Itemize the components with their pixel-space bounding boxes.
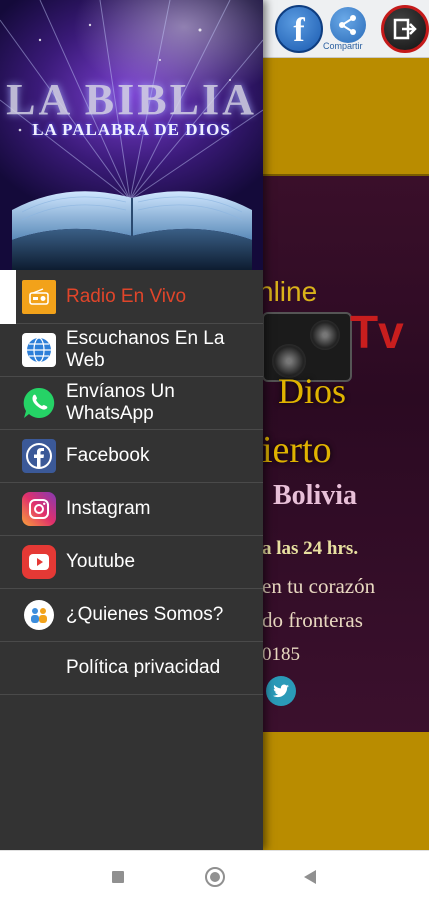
- radio-icon: [22, 279, 56, 314]
- facebook-icon[interactable]: f: [275, 5, 323, 53]
- menu-item-label: Youtube: [66, 551, 136, 572]
- header-title: LA BIBLIA: [6, 75, 257, 124]
- menu-item-label: Instagram: [66, 498, 151, 519]
- active-indicator: [0, 270, 16, 324]
- poster-text-corazon: en tu corazón: [262, 574, 376, 598]
- menu-item-escuchanos-web[interactable]: Escuchanos En La Web: [0, 324, 263, 377]
- menu-item-label: Envíanos Un WhatsApp: [66, 381, 175, 424]
- menu-item-label: ¿Quienes Somos?: [66, 604, 224, 625]
- drawer-menu: Radio En Vivo Escuchanos En La Web Envía…: [0, 270, 263, 695]
- menu-item-label: Radio En Vivo: [66, 285, 187, 307]
- poster-text-online: nline: [258, 276, 318, 307]
- poster-text-ierto: ierto: [262, 429, 332, 471]
- menu-item-label: Política privacidad: [66, 657, 221, 678]
- system-navigation-bar: [0, 850, 429, 900]
- facebook-icon: [22, 439, 56, 473]
- menu-item-politica-privacidad[interactable]: Política privacidad: [0, 642, 263, 695]
- menu-item-label: Escuchanos En La Web: [66, 328, 225, 371]
- whatsapp-icon: [22, 386, 56, 420]
- share-icon[interactable]: [330, 7, 366, 43]
- poster-text-fronteras: do fronteras: [262, 608, 363, 632]
- menu-item-facebook[interactable]: Facebook: [0, 430, 263, 483]
- poster-text-dios: Dios: [278, 371, 347, 411]
- open-book-image: [12, 191, 252, 270]
- globe-icon: [22, 333, 56, 367]
- menu-item-whatsapp[interactable]: Envíanos Un WhatsApp: [0, 377, 263, 430]
- instagram-icon: [22, 492, 56, 526]
- navigation-drawer: LA BIBLIA LA PALABRA DE DIOS Radio En Vi…: [0, 0, 263, 850]
- poster-text-phone: 0185: [262, 644, 300, 665]
- drawer-header-image: LA BIBLIA LA PALABRA DE DIOS: [0, 0, 263, 270]
- youtube-icon: [22, 545, 56, 579]
- menu-item-radio-en-vivo[interactable]: Radio En Vivo: [0, 270, 263, 324]
- poster-text-hours: a las 24 hrs.: [262, 538, 359, 559]
- poster-text-bolivia: Bolivia: [273, 480, 358, 511]
- back-button[interactable]: [304, 870, 316, 884]
- menu-item-instagram[interactable]: Instagram: [0, 483, 263, 536]
- recents-button[interactable]: [112, 871, 124, 883]
- menu-item-label: Facebook: [66, 445, 150, 466]
- twitter-icon[interactable]: [266, 676, 296, 706]
- people-icon: [24, 600, 54, 630]
- poster-text-tv: Tv: [350, 306, 404, 358]
- exit-icon[interactable]: [381, 5, 429, 53]
- header-subtitle: LA PALABRA DE DIOS: [32, 120, 231, 139]
- home-button[interactable]: [205, 867, 225, 887]
- share-label[interactable]: Compartir: [323, 41, 363, 51]
- menu-item-quienes-somos[interactable]: ¿Quienes Somos?: [0, 589, 263, 642]
- menu-item-youtube[interactable]: Youtube: [0, 536, 263, 589]
